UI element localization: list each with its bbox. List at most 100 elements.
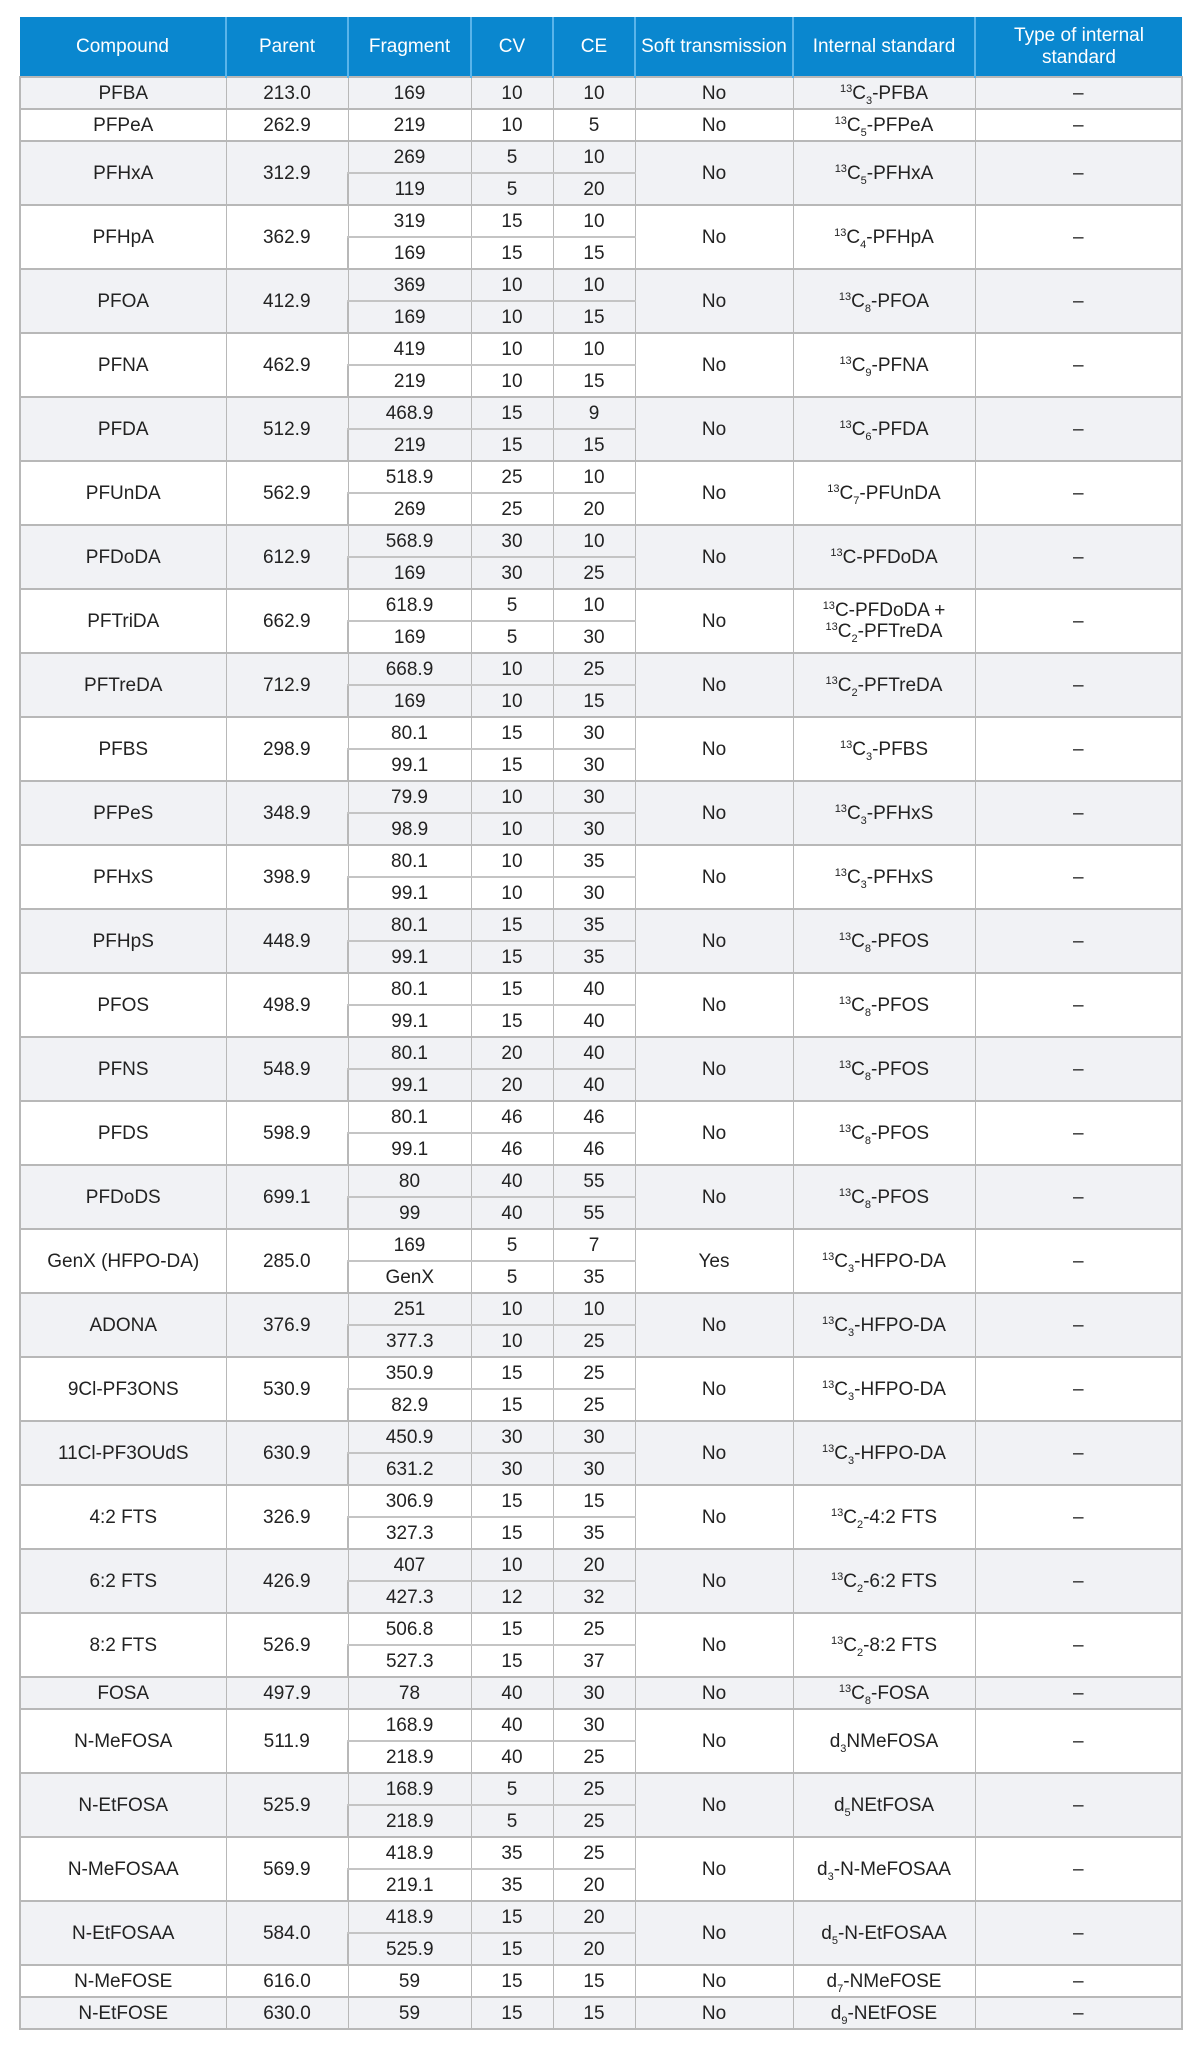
internal-standard-line: 13C3-PFHxS (798, 802, 971, 827)
internal-standard-cell: 13C2-4:2 FTS (792, 1484, 976, 1550)
parent-cell: 298.9 (225, 716, 349, 782)
cv-cell: 40 (470, 1196, 554, 1230)
ce-cell: 25 (552, 1324, 636, 1358)
ce-cell: 25 (552, 1836, 636, 1870)
parent-cell: 512.9 (225, 396, 349, 462)
table-row: N-EtFOSA 525.9 168.9 5 25 No d5NEtFOSA – (19, 1772, 1183, 1838)
fragment-cell: 168.9 (347, 1772, 472, 1806)
cv-cell: 15 (470, 1900, 554, 1934)
isotope-element: C (851, 1186, 865, 1208)
parent-cell: 448.9 (225, 908, 349, 974)
table-row: 4:2 FTS 326.9 306.9 15 15 No 13C2-4:2 FTS – (19, 1484, 1183, 1550)
standard-name: -PFHpA (866, 226, 934, 248)
cv-cell: 10 (470, 76, 554, 110)
fragment-cell: 218.9 (347, 1740, 472, 1774)
isotope-element: C (843, 1506, 857, 1528)
type-of-internal-standard-cell: – (974, 524, 1183, 590)
type-of-internal-standard-cell: – (974, 1548, 1183, 1614)
ce-cell: 5 (552, 108, 636, 142)
parent-cell: 511.9 (225, 1708, 349, 1774)
compound-cell: PFNA (19, 332, 227, 398)
cv-cell: 10 (470, 332, 554, 366)
isotope-element: C (851, 930, 865, 952)
standard-name: -PFHxA (866, 162, 934, 184)
standard-name: -PFUnDA (859, 482, 941, 504)
ce-cell: 25 (552, 1356, 636, 1390)
internal-standard-cell: 13C2-6:2 FTS (792, 1548, 976, 1614)
internal-standard-line: 13C3-PFBA (798, 82, 971, 107)
standard-name: -N-MeFOSAA (833, 1858, 951, 1880)
type-of-internal-standard-cell: – (974, 1420, 1183, 1486)
standard-name: -6:2 FTS (863, 1570, 937, 1592)
parent-cell: 262.9 (225, 108, 349, 142)
fragment-cell: 219 (347, 364, 472, 398)
cv-cell: 10 (470, 268, 554, 302)
table-row: 8:2 FTS 526.9 506.8 15 25 No 13C2-8:2 FTS – (19, 1612, 1183, 1678)
standard-name: -PFDoDA + (848, 600, 946, 621)
fragment-cell: 80.1 (347, 908, 472, 942)
cv-cell: 15 (470, 1516, 554, 1550)
standard-name: -PFBA (872, 82, 929, 104)
ce-cell: 35 (552, 940, 636, 974)
isotope-mass-superscript: 13 (834, 802, 847, 815)
internal-standard-line: 13C2-4:2 FTS (798, 1506, 971, 1531)
ce-cell: 30 (552, 716, 636, 750)
soft-transmission-cell: No (634, 1612, 794, 1678)
soft-transmission-cell: No (634, 1996, 794, 2030)
cv-cell: 46 (470, 1100, 554, 1134)
standard-name: NEtFOSA (850, 1794, 935, 1816)
table-row: N-EtFOSE 630.0 59 15 15 No d9-NEtFOSE – (19, 1996, 1183, 2030)
type-of-internal-standard-cell: – (974, 1484, 1183, 1550)
internal-standard-cell: 13C3-HFPO-DA (792, 1356, 976, 1422)
isotope-mass-superscript: 13 (822, 1442, 835, 1455)
isotope-element: C (846, 866, 861, 888)
internal-standard-line: d7-NMeFOSE (798, 1970, 971, 1995)
ce-cell: 10 (552, 524, 636, 558)
soft-transmission-cell: No (634, 716, 794, 782)
soft-transmission-cell: No (634, 780, 794, 846)
internal-standard-cell: 13C3-PFHxS (792, 844, 976, 910)
cv-cell: 20 (470, 1036, 554, 1070)
internal-standard-cell: 13C3-PFBS (792, 716, 976, 782)
type-of-internal-standard-cell: – (974, 76, 1183, 110)
compound-cell: PFOA (19, 268, 227, 334)
fragment-cell: 169 (347, 684, 472, 718)
standard-name: -NMeFOSE (843, 1970, 942, 1992)
internal-standard-cell: 13C-PFDoDA (792, 524, 976, 590)
cv-cell: 40 (470, 1740, 554, 1774)
cv-cell: 12 (470, 1580, 554, 1614)
ce-cell: 15 (552, 428, 636, 462)
compound-cell: PFUnDA (19, 460, 227, 526)
table-row: N-MeFOSE 616.0 59 15 15 No d7-NMeFOSE – (19, 1964, 1183, 1998)
fragment-cell: 99.1 (347, 748, 472, 782)
isotope-mass-superscript: 13 (830, 1506, 844, 1519)
standard-name: -NEtFOSE (847, 2002, 938, 2024)
parent-cell: 548.9 (225, 1036, 349, 1102)
fragment-cell: 169 (347, 236, 472, 270)
cv-cell: 5 (470, 620, 554, 654)
isotope-mass-superscript: 13 (822, 1250, 835, 1263)
isotope-element: C (834, 1442, 849, 1464)
internal-standard-line: 13C3-HFPO-DA (798, 1442, 971, 1467)
ce-cell: 20 (552, 492, 636, 526)
fragment-cell: 468.9 (347, 396, 472, 430)
internal-standard-line: 13C2-PFTreDA (798, 675, 971, 699)
standard-name: -PFOS (871, 930, 930, 952)
ce-cell: 10 (552, 204, 636, 238)
isotope-mass-superscript: 13 (838, 1122, 852, 1135)
internal-standard-line: d3-N-MeFOSAA (798, 1858, 971, 1883)
isotope-mass-superscript: 13 (839, 82, 853, 95)
table-row: PFNS 548.9 80.1 20 40 No 13C8-PFOS – (19, 1036, 1183, 1102)
fragment-cell: 418.9 (347, 1836, 472, 1870)
fragment-cell: 269 (347, 492, 472, 526)
internal-standard-cell: 13C2-8:2 FTS (792, 1612, 976, 1678)
ce-cell: 46 (552, 1132, 636, 1166)
internal-standard-cell: 13C6-PFDA (792, 396, 976, 462)
internal-standard-cell: 13C2-PFTreDA (792, 652, 976, 718)
table-row: PFPeS 348.9 79.9 10 30 No 13C3-PFHxS – (19, 780, 1183, 846)
parent-cell: 312.9 (225, 140, 349, 206)
ce-cell: 10 (552, 460, 636, 494)
internal-standard-line: 13C8-FOSA (798, 1683, 971, 1707)
ce-cell: 10 (552, 76, 636, 110)
soft-transmission-cell: No (634, 1964, 794, 1998)
